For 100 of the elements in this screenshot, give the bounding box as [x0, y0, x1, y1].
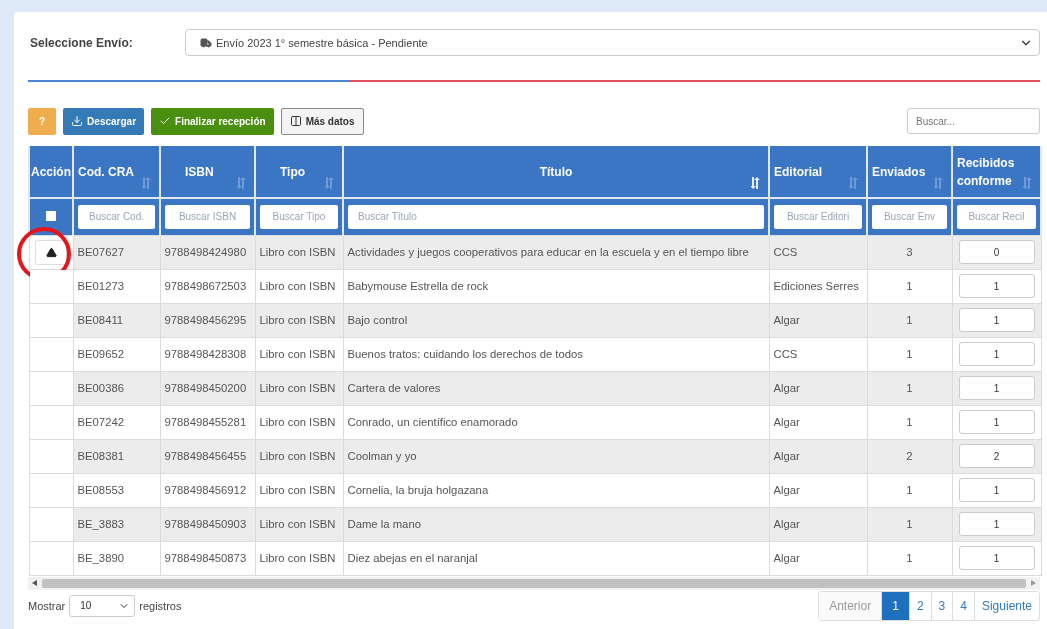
- download-button[interactable]: Descargar: [63, 107, 145, 135]
- table-cell: BE09652: [73, 337, 160, 371]
- pagination-link[interactable]: 4: [952, 591, 974, 620]
- column-header: Acción: [31, 164, 71, 179]
- sort-icon[interactable]: [849, 177, 859, 189]
- table-cell: Libro con ISBN: [255, 405, 343, 439]
- pagination-link[interactable]: 3: [930, 591, 953, 620]
- table-cell: 1: [867, 337, 952, 371]
- table-cell: 1: [867, 507, 952, 541]
- received-field[interactable]: 2: [958, 444, 1035, 468]
- scroll-left-icon[interactable]: [32, 580, 38, 586]
- table-cell: CCS: [769, 337, 867, 371]
- table-cell: Libro con ISBN: [255, 541, 343, 575]
- column-filter-field[interactable]: Buscar Editori: [774, 204, 862, 229]
- received-field[interactable]: 1: [958, 376, 1035, 400]
- select-all-checkbox[interactable]: [46, 210, 56, 221]
- table-cell: Libro con ISBN: [255, 269, 343, 303]
- table-cell: 9788498450873: [160, 541, 255, 575]
- table-cell: BE_3890: [73, 541, 160, 575]
- table-cell: BE01273: [73, 269, 160, 303]
- table-cell: Algar: [769, 507, 867, 541]
- table-cell: 9788498424980: [160, 235, 255, 269]
- table-cell: Cartera de valores: [343, 371, 769, 405]
- received-field[interactable]: 1: [958, 478, 1035, 502]
- table-cell: Libro con ISBN: [255, 507, 343, 541]
- table-cell: 9788498456455: [160, 439, 255, 473]
- table-cell: Cornelia, la bruja holgazana: [343, 473, 769, 507]
- table-cell: 3: [867, 235, 952, 269]
- envio-select[interactable]: Envío 2023 1° semestre básica - Pendiente: [185, 29, 1040, 56]
- table-cell: 1: [867, 541, 952, 575]
- pagination-link[interactable]: Siguiente: [973, 591, 1039, 620]
- sort-icon[interactable]: [751, 177, 761, 189]
- table-cell: BE_3883: [73, 507, 160, 541]
- table-cell: Buenos tratos: cuidando los derechos de todos: [343, 337, 769, 371]
- truck-icon: [200, 36, 212, 49]
- table-cell: 9788498450903: [160, 507, 255, 541]
- envio-label: Seleccione Envío:: [29, 35, 134, 50]
- table-cell: Conrado, un científico enamorado: [343, 405, 769, 439]
- table-cell: BE08553: [73, 473, 160, 507]
- sort-icon[interactable]: [142, 177, 152, 189]
- table-cell: 1: [867, 371, 952, 405]
- received-field[interactable]: 1: [958, 410, 1035, 434]
- table-cell: Algar: [769, 405, 867, 439]
- sort-icon[interactable]: [325, 177, 335, 189]
- finish-button[interactable]: Finalizar recepción: [151, 107, 274, 135]
- table-cell: Babymouse Estrella de rock: [343, 269, 769, 303]
- received-field[interactable]: 1: [958, 308, 1035, 332]
- column-filter-field[interactable]: Buscar Cod.: [78, 204, 155, 229]
- table-cell: BE08411: [73, 303, 160, 337]
- table-cell: Algar: [769, 473, 867, 507]
- received-field[interactable]: 1: [958, 512, 1035, 536]
- received-field[interactable]: 1: [958, 342, 1035, 366]
- column-filter-field[interactable]: Buscar Env: [872, 204, 947, 229]
- scrollbar-thumb[interactable]: [42, 578, 1026, 588]
- table-cell: Libro con ISBN: [255, 303, 343, 337]
- sort-icon[interactable]: [934, 177, 944, 189]
- table-cell: 9788498672503: [160, 269, 255, 303]
- table-cell: Libro con ISBN: [255, 439, 343, 473]
- warning-icon: [45, 246, 57, 258]
- column-filter-field[interactable]: Buscar Recil: [957, 204, 1036, 229]
- scroll-right-icon[interactable]: [1030, 580, 1036, 586]
- check-icon: [159, 115, 172, 127]
- column-header: Editorial: [774, 164, 822, 179]
- table-cell: Algar: [769, 439, 867, 473]
- table-cell: Diez abejas en el naranjal: [343, 541, 769, 575]
- table-cell: 9788498428308: [160, 337, 255, 371]
- search-field[interactable]: Buscar...: [907, 108, 1040, 134]
- table-cell: Ediciones Serres: [769, 269, 867, 303]
- table-cell: 1: [867, 303, 952, 337]
- sort-icon[interactable]: [237, 177, 247, 189]
- received-field[interactable]: 1: [958, 546, 1035, 570]
- columns-icon: [289, 115, 302, 127]
- column-filter-field[interactable]: Buscar Tipo: [260, 204, 338, 229]
- table-cell: Libro con ISBN: [255, 371, 343, 405]
- table-cell: CCS: [769, 235, 867, 269]
- column-filter-field[interactable]: Buscar Título: [348, 204, 764, 229]
- table-cell: Algar: [769, 371, 867, 405]
- page-size-select[interactable]: 10: [69, 594, 136, 617]
- table-cell: 1: [867, 405, 952, 439]
- table-cell: 1: [867, 473, 952, 507]
- table-cell: Libro con ISBN: [255, 337, 343, 371]
- pagination-link[interactable]: 2: [908, 591, 931, 620]
- warning-button[interactable]: [35, 239, 67, 265]
- column-header: Recibidos conforme: [957, 155, 1015, 188]
- column-filter-field[interactable]: Buscar ISBN: [165, 204, 250, 229]
- table-cell: BE08381: [73, 439, 160, 473]
- table-cell: BE00386: [73, 371, 160, 405]
- table-cell: 9788498456295: [160, 303, 255, 337]
- pagination-link[interactable]: 1: [881, 591, 909, 620]
- table-cell: Actividades y juegos cooperativos para educar en la escuela y en el tiempo libre: [343, 235, 769, 269]
- table-cell: Libro con ISBN: [255, 235, 343, 269]
- received-field[interactable]: 0: [958, 240, 1035, 264]
- columns-button[interactable]: Más datos: [280, 107, 364, 135]
- sort-icon[interactable]: [1023, 177, 1033, 189]
- column-header: Título: [539, 164, 573, 179]
- download-icon: [71, 115, 84, 127]
- column-header: ISBN: [184, 164, 214, 179]
- table-cell: 9788498456912: [160, 473, 255, 507]
- table-cell: Algar: [769, 303, 867, 337]
- received-field[interactable]: 1: [958, 274, 1035, 298]
